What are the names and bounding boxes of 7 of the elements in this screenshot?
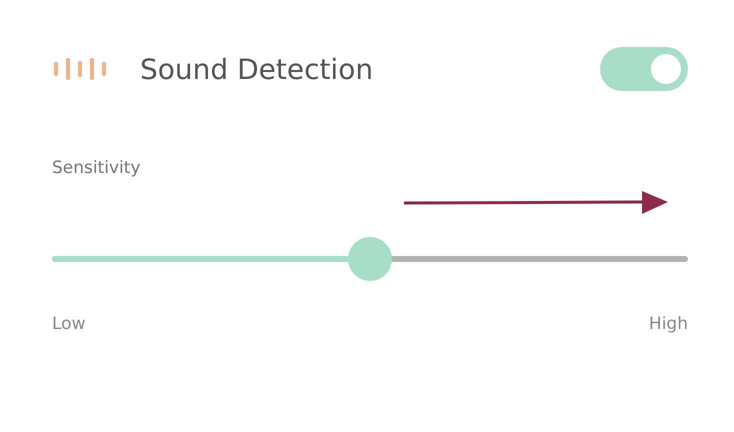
toggle-switch[interactable] <box>600 47 688 91</box>
slider-label: Sensitivity <box>52 158 142 178</box>
title: Sound Detection <box>140 52 374 86</box>
max-label: High <box>648 314 688 334</box>
min-label: Low <box>52 314 86 334</box>
sound-wave-icon <box>52 57 106 81</box>
slider-handle[interactable] <box>348 237 392 281</box>
